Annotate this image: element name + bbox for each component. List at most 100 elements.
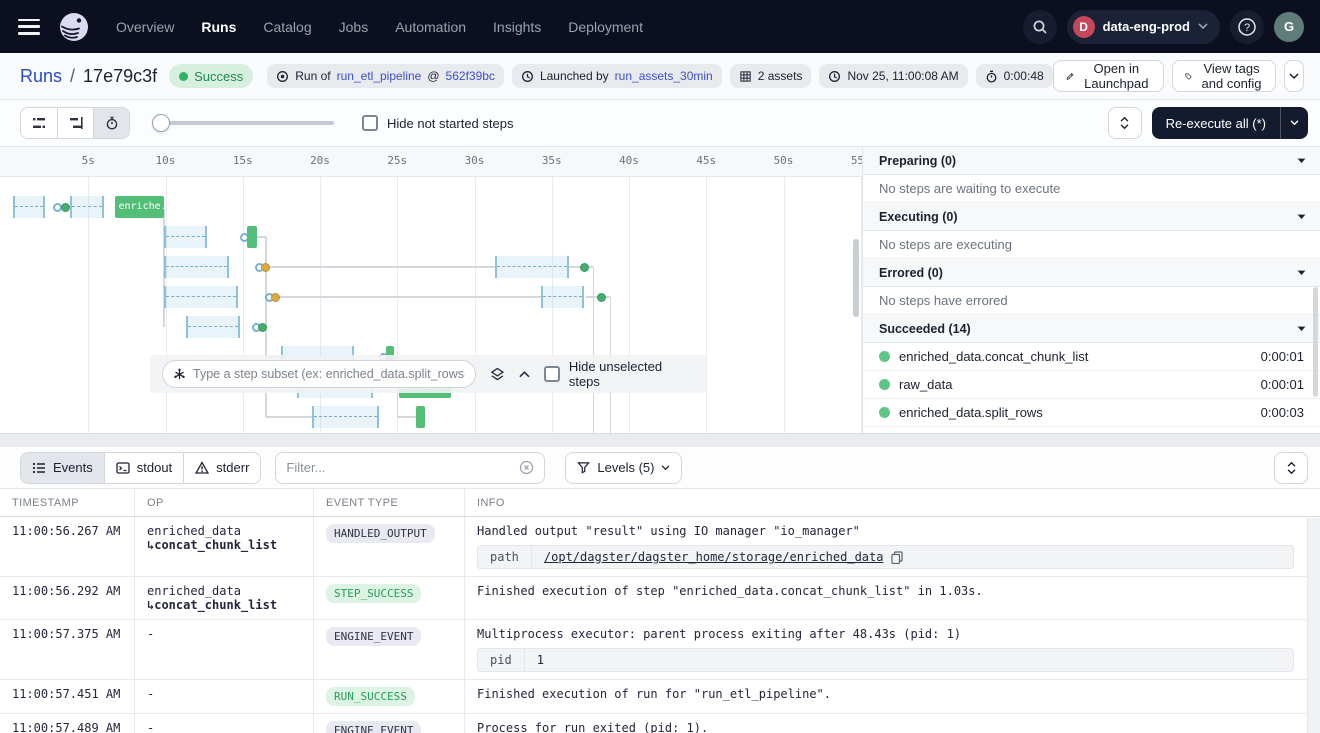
- gantt-view-mode-segmented: [20, 107, 130, 139]
- view-waterfall-icon-button[interactable]: [57, 108, 93, 138]
- event-log-row[interactable]: 11:00:57.489 AM-ENGINE_EVENTProcess for …: [0, 714, 1320, 733]
- step-success-dot: [597, 293, 606, 302]
- step-waiting-range: [164, 256, 229, 278]
- view-timed-icon-button[interactable]: [93, 108, 129, 138]
- event-info: Finished execution of run for "run_etl_p…: [465, 680, 1306, 713]
- clear-filter-icon[interactable]: [519, 460, 534, 475]
- step-section-header[interactable]: Preparing (0): [863, 147, 1320, 175]
- step-list-item[interactable]: enriched_data.split_rows0:00:03: [863, 399, 1320, 427]
- event-info-text: Finished execution of step "enriched_dat…: [477, 584, 1294, 598]
- run-tag[interactable]: 0:00:48: [976, 64, 1053, 88]
- event-timestamp: 11:00:56.267 AM: [0, 517, 135, 576]
- log-tab-stdout[interactable]: stdout: [104, 453, 183, 483]
- tag-link[interactable]: run_assets_30min: [615, 69, 713, 83]
- step-section-header[interactable]: Executing (0): [863, 203, 1320, 231]
- step-bar[interactable]: [416, 406, 425, 428]
- breadcrumb-runs-link[interactable]: Runs: [20, 66, 62, 87]
- run-tag[interactable]: Launched by run_assets_30min: [512, 64, 722, 88]
- event-log-row[interactable]: 11:00:56.267 AMenriched_data↳concat_chun…: [0, 517, 1320, 577]
- help-icon[interactable]: ?: [1230, 10, 1264, 44]
- log-filter-input[interactable]: [286, 460, 511, 475]
- log-tab-stderr[interactable]: stderr: [183, 453, 260, 483]
- hide-unselected-checkbox[interactable]: [544, 366, 560, 382]
- metadata-key: pid: [478, 649, 525, 671]
- step-panel-scrollbar[interactable]: [1313, 287, 1318, 397]
- event-type-cell: ENGINE_EVENT: [314, 620, 465, 679]
- step-section-title: Preparing (0): [879, 154, 956, 168]
- axis-tick-label: 30s: [460, 154, 490, 167]
- nav-items: Overview Runs Catalog Jobs Automation Insight…: [116, 19, 643, 35]
- event-log-row[interactable]: 11:00:57.375 AM-ENGINE_EVENTMultiprocess…: [0, 620, 1320, 680]
- nav-item-jobs[interactable]: Jobs: [339, 19, 369, 35]
- log-tab-label: stderr: [216, 460, 249, 475]
- step-list-item[interactable]: raw_data0:00:01: [863, 371, 1320, 399]
- clock-icon: [521, 70, 534, 83]
- log-tab-events[interactable]: Events: [21, 453, 104, 483]
- search-icon[interactable]: [1023, 10, 1057, 44]
- levels-dropdown[interactable]: Levels (5): [565, 452, 682, 484]
- tag-text: Launched by: [540, 69, 609, 83]
- axis-tick-label: 45s: [691, 154, 721, 167]
- chevron-up-icon: [1287, 461, 1296, 467]
- event-timestamp: 11:00:57.489 AM: [0, 714, 135, 733]
- layers-icon[interactable]: [490, 367, 505, 382]
- step-waiting-range: [164, 286, 238, 308]
- user-avatar[interactable]: G: [1274, 12, 1304, 42]
- step-section-header[interactable]: Succeeded (14): [863, 315, 1320, 343]
- step-status-panel: Preparing (0)No steps are waiting to exe…: [862, 146, 1320, 433]
- step-section-header[interactable]: Errored (0): [863, 259, 1320, 287]
- nav-item-overview[interactable]: Overview: [116, 19, 174, 35]
- step-bar[interactable]: enriche.: [115, 196, 164, 218]
- column-header-op: OP: [135, 489, 314, 516]
- re-execute-options-button[interactable]: [1280, 107, 1308, 139]
- nav-item-runs[interactable]: Runs: [201, 19, 236, 35]
- nav-item-insights[interactable]: Insights: [493, 19, 541, 35]
- gantt-zoom-slider[interactable]: [152, 114, 334, 132]
- view-flat-icon-button[interactable]: [21, 108, 57, 138]
- step-list-item[interactable]: enriched_data.concat_chunk_list0:00:01: [863, 343, 1320, 371]
- slider-thumb[interactable]: [152, 114, 170, 132]
- tag-link[interactable]: run_etl_pipeline: [337, 69, 422, 83]
- log-toolbar: Eventsstdout stderr Levels (5): [0, 447, 1320, 489]
- step-name: enriched_data.split_rows: [899, 405, 1252, 420]
- step-bar[interactable]: [247, 226, 256, 248]
- gantt-chart[interactable]: 5s10s15s20s25s30s35s40s45s50s55s enriche…: [0, 146, 862, 433]
- workspace-badge: D: [1073, 16, 1095, 38]
- step-success-dot: [61, 203, 70, 212]
- workspace-name: data-eng-prod: [1103, 19, 1190, 34]
- workspace-switcher[interactable]: D data-eng-prod: [1067, 10, 1220, 44]
- nav-item-automation[interactable]: Automation: [395, 19, 466, 35]
- warning-icon: [195, 461, 209, 475]
- collapse-selector-chevron-icon[interactable]: [519, 370, 530, 378]
- event-op: -: [135, 680, 314, 713]
- event-log-table: TIMESTAMPOPEVENT TYPEINFO 11:00:56.267 A…: [0, 489, 1320, 733]
- run-tag[interactable]: Nov 25, 11:00:08 AM: [819, 64, 967, 88]
- dagster-logo-icon[interactable]: [58, 11, 90, 43]
- metadata-value-text: 1: [537, 653, 544, 667]
- scroll-to-top-bottom-button[interactable]: [1274, 452, 1308, 484]
- hide-not-started-checkbox[interactable]: [362, 115, 378, 131]
- event-log-row[interactable]: 11:00:56.292 AMenriched_data↳concat_chun…: [0, 577, 1320, 620]
- re-execute-all-button[interactable]: Re-execute all (*): [1152, 107, 1280, 139]
- metadata-value-text[interactable]: /opt/dagster/dagster_home/storage/enrich…: [544, 550, 884, 564]
- nav-item-deployment[interactable]: Deployment: [568, 19, 643, 35]
- hamburger-menu-icon[interactable]: [18, 19, 40, 35]
- open-in-launchpad-button[interactable]: Open in Launchpad: [1053, 60, 1164, 92]
- run-tag[interactable]: Run of run_etl_pipeline @ 562f39bc: [267, 64, 504, 88]
- status-badge: Success: [169, 64, 253, 88]
- more-run-actions-button[interactable]: [1284, 60, 1304, 92]
- run-tag[interactable]: 2 assets: [730, 64, 812, 88]
- tag-link[interactable]: 562f39bc: [446, 69, 495, 83]
- expand-collapse-panels-button[interactable]: [1108, 107, 1142, 139]
- gantt-scrollbar[interactable]: [853, 239, 859, 317]
- event-log-scrollbar[interactable]: [1307, 518, 1320, 733]
- view-tags-config-button[interactable]: View tags and config: [1172, 60, 1276, 92]
- copy-icon[interactable]: [891, 551, 903, 564]
- step-section-title: Succeeded (14): [879, 322, 971, 336]
- event-type-badge: HANDLED_OUTPUT: [326, 524, 435, 543]
- event-log-header: TIMESTAMPOPEVENT TYPEINFO: [0, 489, 1320, 517]
- step-subset-input[interactable]: [193, 367, 465, 381]
- event-log-row[interactable]: 11:00:57.451 AM-RUN_SUCCESSFinished exec…: [0, 680, 1320, 714]
- nav-item-catalog[interactable]: Catalog: [263, 19, 311, 35]
- slider-track[interactable]: [152, 121, 334, 125]
